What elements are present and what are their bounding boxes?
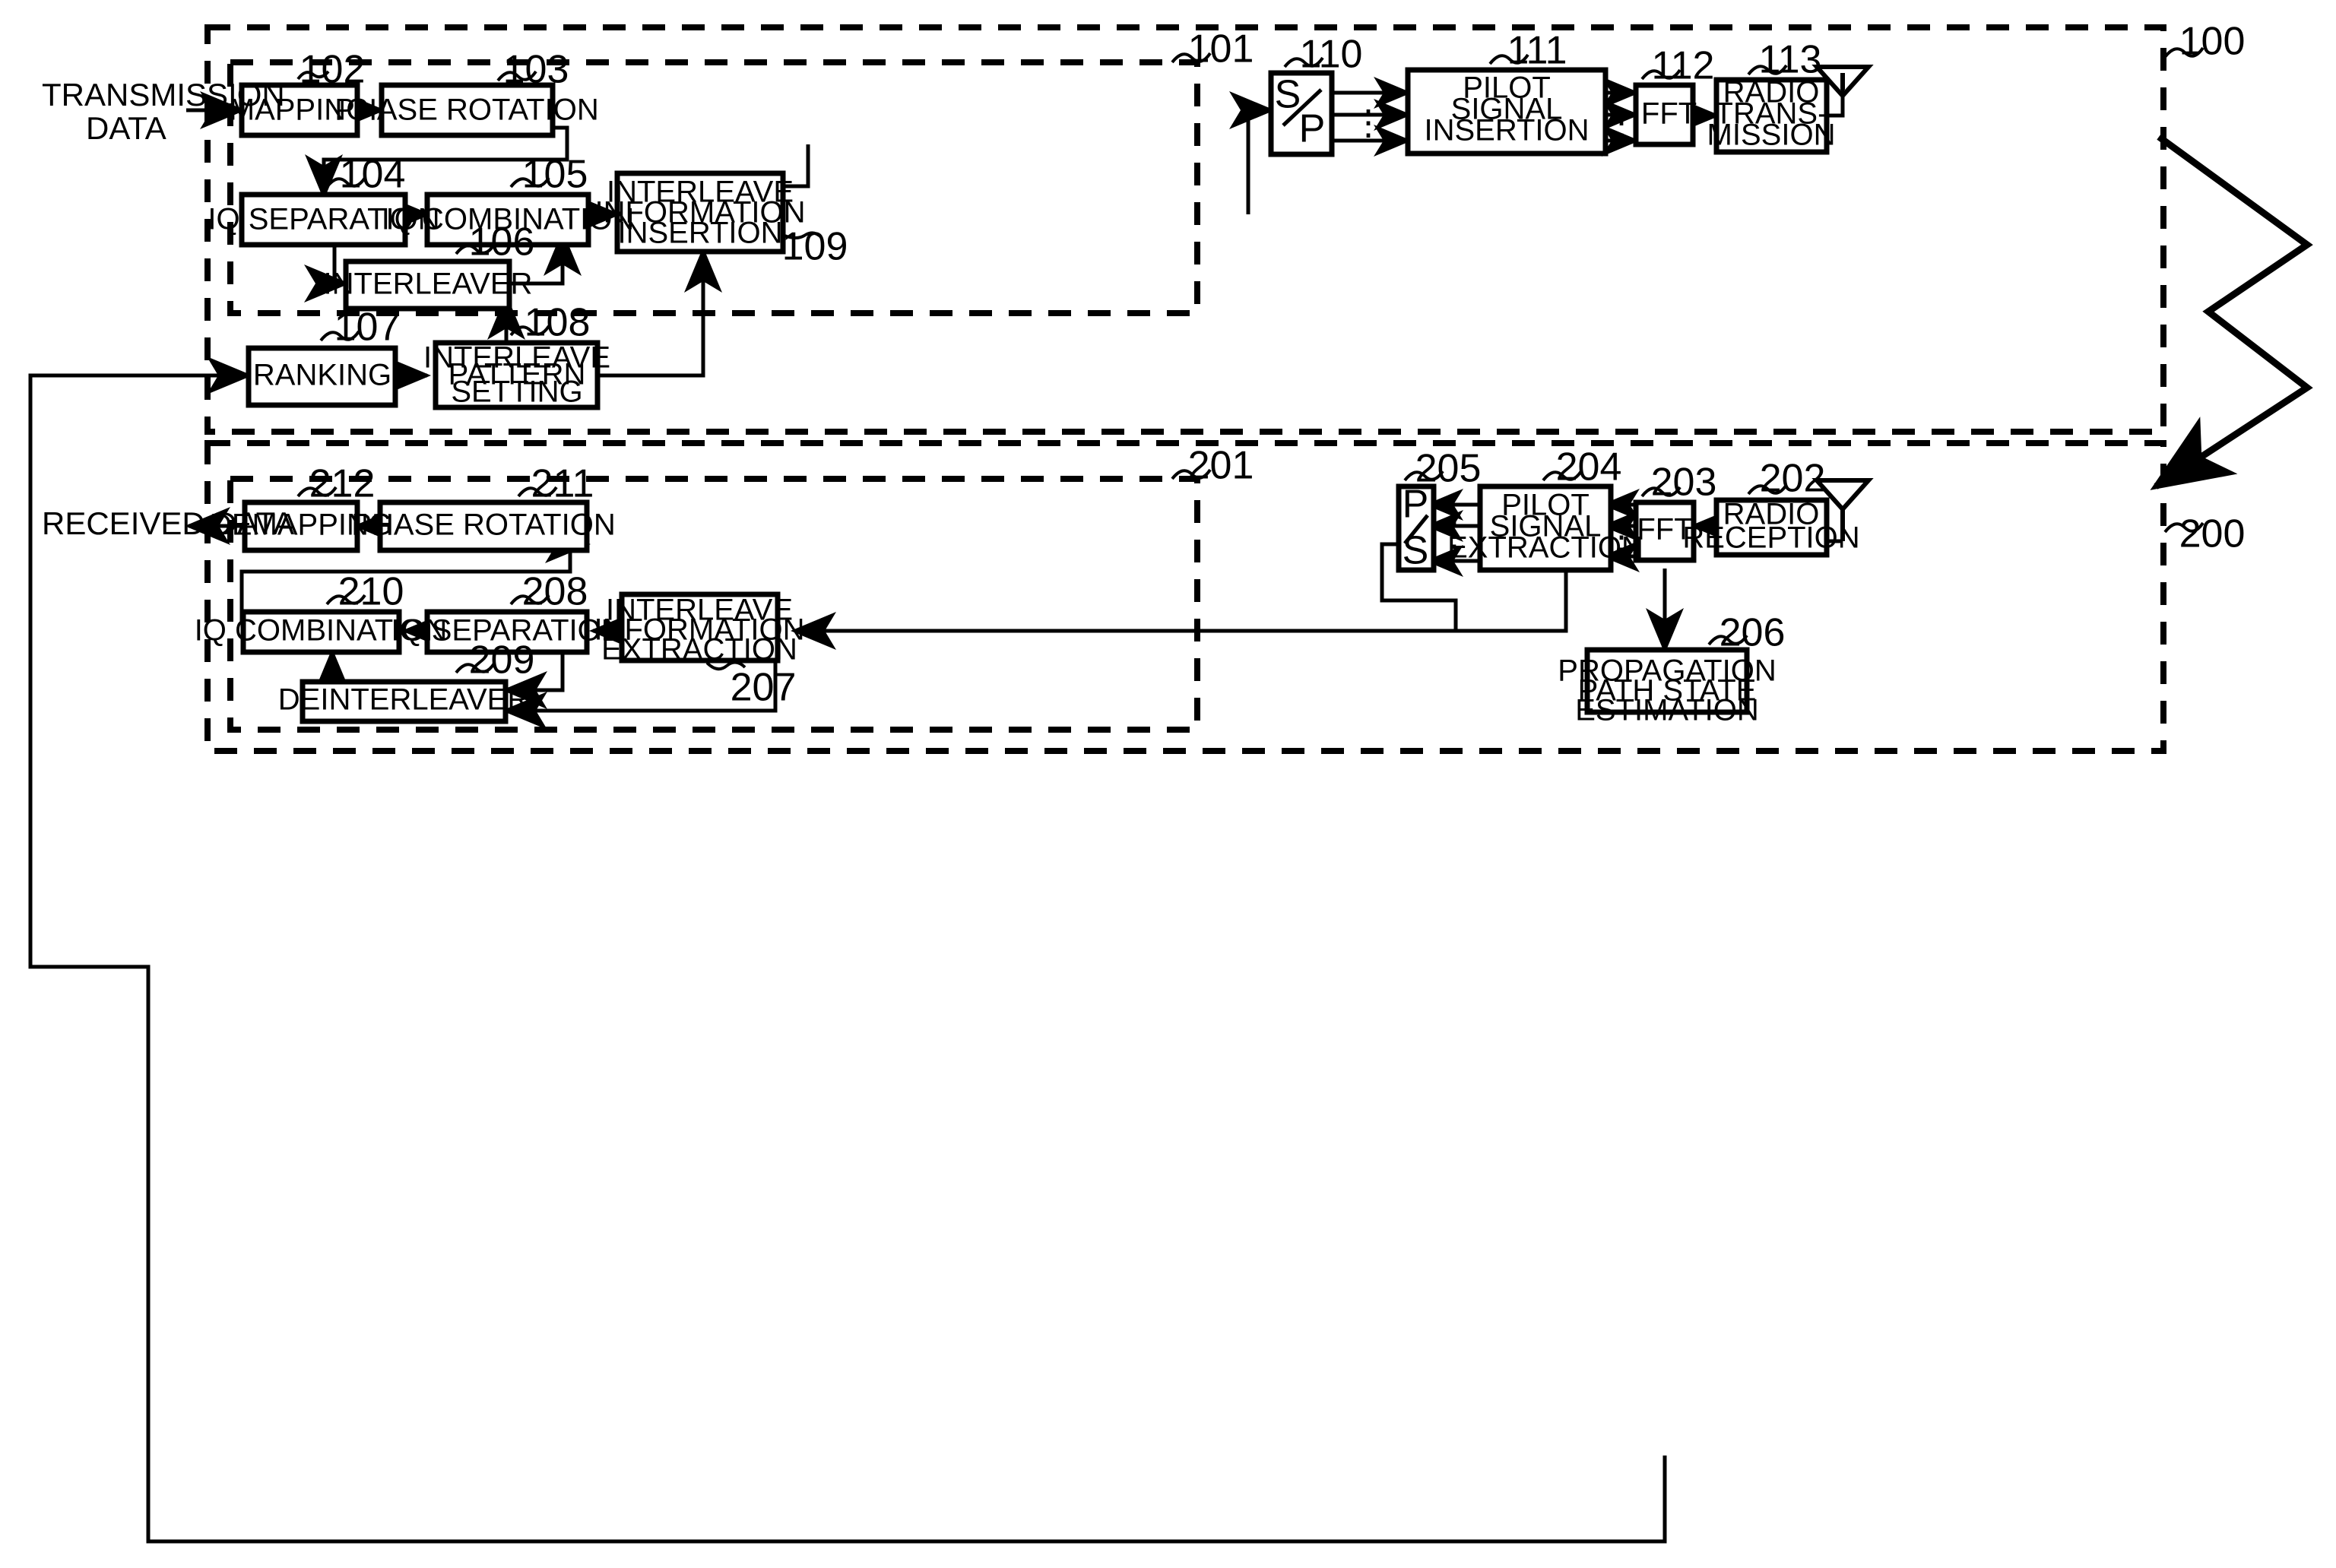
ref-101: 101 [1188, 27, 1254, 71]
patent-figure: ⋮ ⋮ ⋮ ⋮ TRANSMISSION DATA RECEIVED DATA … [0, 0, 2336, 1568]
ref-106: 106 [469, 220, 535, 265]
ref-208: 208 [522, 570, 588, 614]
ref-205: 205 [1415, 447, 1482, 491]
ref-211: 211 [531, 462, 594, 506]
ref-200: 200 [2179, 512, 2246, 556]
label-interleaver: INTERLEAVER [324, 268, 533, 301]
ref-209: 209 [469, 638, 535, 683]
ref-111: 111 [1507, 29, 1567, 73]
ref-104: 104 [340, 153, 406, 197]
ref-207: 207 [731, 666, 797, 710]
ref-201: 201 [1188, 444, 1254, 488]
label-sp-p: P [1299, 107, 1326, 151]
ref-202: 202 [1760, 457, 1826, 501]
ref-102: 102 [300, 48, 366, 92]
label-sp-s: S [1275, 73, 1301, 117]
label-ips-3: SETTING [451, 375, 582, 409]
label-prop-3: ESTIMATION [1575, 694, 1758, 727]
label-phase-rotation-rx: PHASE ROTATION [351, 508, 615, 542]
ref-203: 203 [1651, 461, 1717, 505]
ref-113: 113 [1759, 38, 1822, 82]
label-ps-s: S [1403, 529, 1429, 573]
label-ranking: RANKING [253, 359, 391, 392]
ref-109: 109 [782, 225, 848, 269]
ref-103: 103 [503, 48, 569, 92]
label-iie-3: EXTRACTION [601, 633, 797, 667]
ref-206: 206 [1720, 611, 1786, 655]
ref-110: 110 [1300, 33, 1363, 77]
ref-204: 204 [1556, 445, 1622, 489]
ref-107: 107 [334, 306, 401, 350]
label-phase-rotation: PHASE ROTATION [334, 93, 598, 127]
ref-108: 108 [525, 301, 591, 345]
label-ifft: IFFT [1633, 97, 1697, 131]
label-radiotx-3: MISSION [1707, 119, 1836, 152]
input-label-line2: DATA [86, 110, 166, 146]
ref-212: 212 [309, 462, 376, 506]
label-psi-3: INSERTION [1424, 114, 1589, 147]
label-radiorx-2: RECEPTION [1682, 521, 1859, 555]
label-pse-3: EXTRACTION [1447, 531, 1643, 565]
ref-100: 100 [2179, 20, 2246, 64]
label-iii-3: INSERTION [617, 217, 782, 250]
ref-112: 112 [1652, 44, 1715, 88]
ref-105: 105 [522, 153, 588, 197]
ref-210: 210 [338, 570, 404, 614]
label-deinterleaver: DEINTERLEAVER [278, 683, 529, 717]
